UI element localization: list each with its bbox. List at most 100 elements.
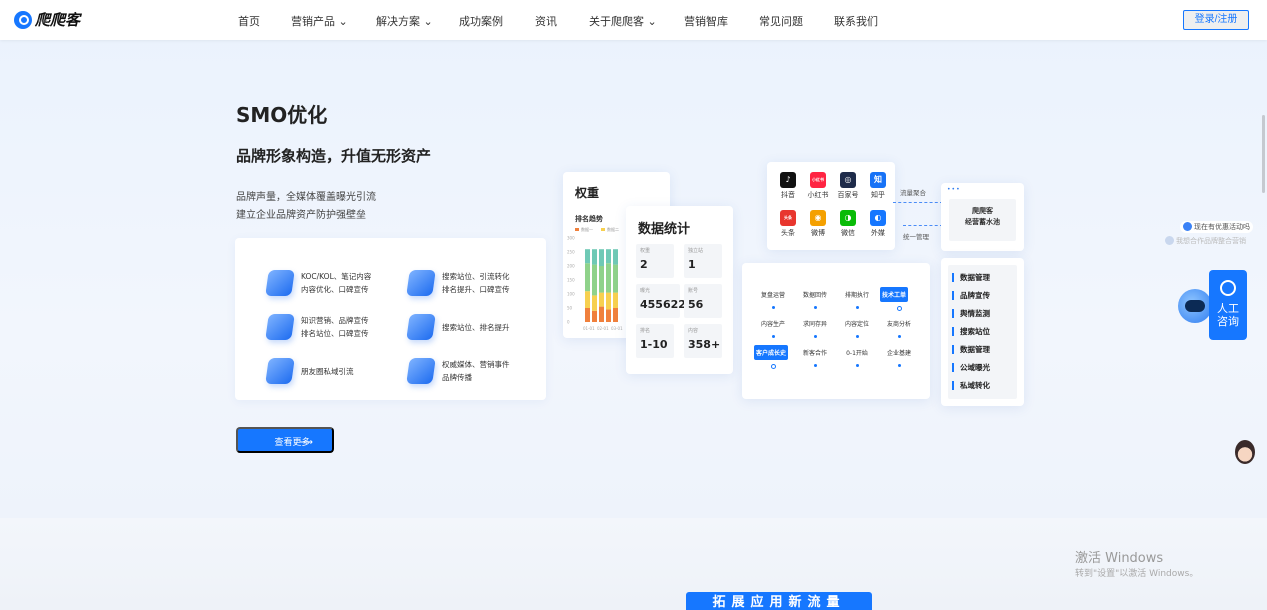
- platform-label: 知乎: [871, 191, 885, 199]
- nav-item-about[interactable]: 关于爬爬客 ⌄: [589, 13, 657, 29]
- bar-segment: [592, 295, 597, 311]
- wechat-icon: ◑: [840, 210, 856, 226]
- process-card: 复盘运营 数据回传 排期执行 技术工单 内容生产 求同存异 内容定位 友商分析 客户成长史 新客合…: [742, 263, 930, 399]
- bar-segment: [613, 292, 618, 308]
- nav-item-thinktank[interactable]: 营销智库: [684, 13, 728, 29]
- bar-segment: [585, 249, 590, 264]
- feature-item: 搜索站位、引流转化 排名提升、口碑宣传: [406, 270, 510, 296]
- promo-text: 我想合作品牌整合营销: [1176, 237, 1246, 245]
- feature-text: 朋友圈私域引流: [301, 366, 354, 376]
- feature-text: 搜索站位、排名提升: [442, 322, 510, 332]
- nav-item-solutions[interactable]: 解决方案 ⌄: [376, 13, 433, 29]
- process-step: 客户成长史: [754, 345, 789, 360]
- promo-chip-offer[interactable]: 现在有优惠活动吗: [1180, 221, 1253, 233]
- process-step-marker: [770, 364, 776, 369]
- stats-title: 数据统计: [638, 222, 691, 237]
- feature-icon: [406, 314, 436, 340]
- process-step: 友商分析: [886, 321, 911, 328]
- process-step-marker: [771, 306, 775, 309]
- capability-item: 公域曝光: [952, 363, 990, 372]
- agent-avatar[interactable]: [1235, 440, 1255, 464]
- capability-item: 舆情监测: [952, 309, 990, 318]
- top-nav: 爬爬客 PAPA 首页 营销产品 ⌄ 解决方案 ⌄ 成功案例 资讯 关于爬爬客 …: [0, 0, 1267, 40]
- window-dots-icon: •••: [947, 186, 961, 193]
- arrow-right-icon: ⟶: [300, 437, 313, 447]
- page-subtitle: 品牌形象构造，升值无形资产: [236, 147, 432, 165]
- platform-label: 微信: [841, 229, 855, 237]
- scrollbar-thumb[interactable]: [1262, 115, 1265, 193]
- bar-segment: [606, 263, 611, 293]
- trend-subtitle: 排名趋势: [575, 215, 603, 223]
- platform-label: 抖音: [781, 191, 795, 199]
- consult-label: 人工 咨询: [1217, 302, 1239, 328]
- chevron-down-icon: ⌄: [335, 15, 348, 28]
- chat-bubble-icon: [1183, 221, 1192, 231]
- flow-manage-label: 统一管理: [903, 233, 929, 241]
- baijiahao-icon: ◎: [840, 172, 856, 188]
- login-button[interactable]: 登录/注册: [1183, 10, 1249, 30]
- stat-value: 1-10: [640, 338, 668, 351]
- y-tick-label: 150: [567, 278, 575, 283]
- bar-segment: [606, 249, 611, 264]
- hero-desc-line1: 品牌声量，全媒体覆盖曝光引流: [236, 192, 376, 203]
- x-tick-label: 03-01: [611, 326, 623, 331]
- process-step-marker: [813, 335, 817, 338]
- feature-item: 知识营销、品牌宣传 排名站位、口碑宣传: [265, 314, 369, 340]
- stat-cell: 独立站 1: [684, 244, 722, 278]
- bar-segment: [599, 292, 604, 307]
- capability-item: 数据管理: [952, 273, 990, 282]
- platform-douyin: ♪ 抖音: [773, 172, 803, 200]
- pool-line1: 爬爬客: [972, 207, 993, 215]
- promo-text: 现在有优惠活动吗: [1194, 223, 1250, 231]
- process-step: 排期执行: [844, 292, 869, 299]
- platform-toutiao: 头条 头条: [773, 210, 803, 238]
- nav-item-cases[interactable]: 成功案例: [459, 13, 503, 29]
- hero-desc-line2: 建立企业品牌资产防护强壁垒: [236, 210, 366, 221]
- nav-item-products[interactable]: 营销产品 ⌄: [291, 13, 348, 29]
- globe-icon: ◐: [870, 210, 886, 226]
- promo-chip-cooperate[interactable]: 我想合作品牌整合营销: [1165, 235, 1246, 246]
- feature-item: 权威媒体、营销事件 品牌传播: [406, 358, 510, 384]
- process-step: 内容生产: [760, 321, 785, 328]
- stats-card: 数据统计 权重 2 独立站 1 曝光 455622 账号 56 排名 1-10 内容 358…: [626, 206, 733, 374]
- nav-item-contact[interactable]: 联系我们: [834, 13, 878, 29]
- stat-cell: 内容 358+: [684, 324, 722, 358]
- nav-item-home[interactable]: 首页: [238, 13, 260, 29]
- stat-label: 曝光: [640, 288, 651, 294]
- process-step: 技术工单: [880, 287, 909, 302]
- feature-text: 权威媒体、营销事件 品牌传播: [442, 360, 510, 382]
- bar-segment: [613, 264, 618, 293]
- view-more-button[interactable]: 查看更多 ⟶: [236, 427, 334, 453]
- feature-text: 知识营销、品牌宣传 排名站位、口碑宣传: [301, 316, 369, 338]
- section-title: 拓展应用新流量: [686, 592, 872, 610]
- bar-segment: [599, 266, 604, 293]
- toutiao-icon: 头条: [780, 210, 796, 226]
- logo-icon: [1220, 280, 1236, 296]
- bar-segment: [613, 249, 618, 265]
- platform-xiaohongshu: 小红书 小红书: [803, 172, 833, 200]
- feature-text: 搜索站位、引流转化 排名提升、口碑宣传: [442, 272, 510, 294]
- process-step: 企业基建: [886, 350, 911, 357]
- platform-zhihu: 知知乎: [863, 172, 893, 200]
- zhihu-icon: 知: [870, 172, 886, 188]
- traffic-pool-card: ••• 爬爬客 经营蓄水池: [941, 183, 1024, 251]
- chevron-down-icon: ⌄: [420, 15, 433, 28]
- stat-value: 1: [688, 258, 696, 271]
- manual-consult-button[interactable]: 人工 咨询: [1209, 270, 1247, 340]
- stat-cell: 账号 56: [684, 284, 722, 318]
- bar-segment: [585, 263, 590, 292]
- feature-item: 朋友圈私域引流: [265, 358, 354, 384]
- flow-aggregate-label: 流量聚合: [900, 189, 926, 197]
- process-step-marker: [813, 306, 817, 309]
- bar-segment: [585, 308, 590, 322]
- process-step: 求同存异: [802, 321, 827, 328]
- process-step: 新客合作: [802, 350, 827, 357]
- capability-list-card: 数据管理 品牌宣传 舆情监测 搜索站位 数据管理 公域曝光 私域转化: [941, 258, 1024, 406]
- chevron-down-icon: ⌄: [644, 15, 657, 28]
- windows-watermark-title: 激活 Windows: [1075, 551, 1164, 566]
- page-title: SMO优化: [236, 103, 328, 127]
- stat-label: 排名: [640, 328, 651, 334]
- bar-segment: [592, 249, 597, 265]
- nav-item-faq[interactable]: 常见问题: [759, 13, 803, 29]
- nav-item-news[interactable]: 资讯: [535, 13, 557, 29]
